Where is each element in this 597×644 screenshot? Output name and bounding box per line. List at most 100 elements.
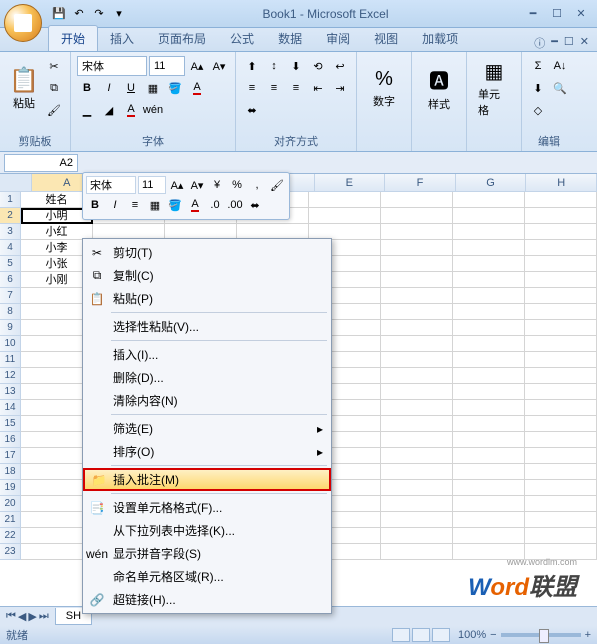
bold-button[interactable]: B <box>77 78 97 98</box>
row-header-10[interactable]: 10 <box>0 336 21 352</box>
menu-name-range[interactable]: 命名单元格区域(R)... <box>83 565 331 588</box>
cell-F13[interactable] <box>381 384 453 400</box>
sheet-nav-last-icon[interactable]: ⏭ <box>39 610 49 623</box>
column-header-G[interactable]: G <box>456 174 527 192</box>
mini-increase-decimal-icon[interactable]: .00 <box>226 196 244 214</box>
redo-icon[interactable]: ↷ <box>90 5 108 23</box>
align-left-button[interactable]: ≡ <box>242 78 262 98</box>
menu-cut[interactable]: ✂剪切(T) <box>83 241 331 264</box>
row-header-4[interactable]: 4 <box>0 240 21 256</box>
cell-H19[interactable] <box>525 480 597 496</box>
row-header-22[interactable]: 22 <box>0 528 21 544</box>
ribbon-minimize-icon[interactable]: ━ <box>551 35 558 51</box>
menu-insert[interactable]: 插入(I)... <box>83 343 331 366</box>
menu-paste-special[interactable]: 选择性粘贴(V)... <box>83 315 331 338</box>
row-header-3[interactable]: 3 <box>0 224 21 240</box>
sheet-nav-next-icon[interactable]: ▶ <box>28 610 36 623</box>
cell-H4[interactable] <box>525 240 597 256</box>
paste-button[interactable]: 📋 粘贴 <box>6 56 42 120</box>
sheet-nav-prev-icon[interactable]: ◀ <box>18 610 26 623</box>
align-right-button[interactable]: ≡ <box>286 78 306 98</box>
clear-button[interactable]: ◇ <box>528 100 548 120</box>
column-header-F[interactable]: F <box>385 174 456 192</box>
increase-indent-button[interactable]: ⇥ <box>330 78 350 98</box>
cell-F8[interactable] <box>381 304 453 320</box>
row-header-17[interactable]: 17 <box>0 448 21 464</box>
zoom-in-icon[interactable]: + <box>585 629 591 641</box>
border-button[interactable]: ▦ <box>143 78 163 98</box>
tab-insert[interactable]: 插入 <box>98 26 146 51</box>
row-header-11[interactable]: 11 <box>0 352 21 368</box>
cell-H15[interactable] <box>525 416 597 432</box>
cell-G3[interactable] <box>453 224 525 240</box>
cell-G5[interactable] <box>453 256 525 272</box>
zoom-slider[interactable] <box>501 633 581 637</box>
mini-border-icon[interactable]: ▦ <box>146 196 164 214</box>
column-header-E[interactable]: E <box>315 174 386 192</box>
cell-H9[interactable] <box>525 320 597 336</box>
cell-F21[interactable] <box>381 512 453 528</box>
zoom-out-icon[interactable]: − <box>490 629 496 641</box>
row-header-20[interactable]: 20 <box>0 496 21 512</box>
maximize-button[interactable]: ☐ <box>547 6 567 22</box>
minimize-button[interactable]: ━ <box>523 6 543 22</box>
row-header-19[interactable]: 19 <box>0 480 21 496</box>
cells-button[interactable]: ▦ 单元格 <box>473 56 515 120</box>
tab-review[interactable]: 审阅 <box>314 26 362 51</box>
cell-E2[interactable] <box>309 208 381 224</box>
underline-button[interactable]: U <box>121 78 141 98</box>
italic-button[interactable]: I <box>99 78 119 98</box>
border-bottom-button[interactable]: ▁ <box>77 100 97 120</box>
row-header-16[interactable]: 16 <box>0 432 21 448</box>
cell-H13[interactable] <box>525 384 597 400</box>
cell-F2[interactable] <box>381 208 453 224</box>
menu-hyperlink[interactable]: 🔗超链接(H)... <box>83 588 331 611</box>
font-split-button[interactable]: A <box>121 100 141 120</box>
merge-center-button[interactable]: ⬌ <box>242 100 262 120</box>
help-icon[interactable]: ⓘ <box>534 35 545 51</box>
menu-paste[interactable]: 📋粘贴(P) <box>83 287 331 310</box>
font-size-combo[interactable] <box>149 56 185 76</box>
align-bottom-button[interactable]: ⬇ <box>286 56 306 76</box>
mini-fill-color-icon[interactable]: 🪣 <box>166 196 184 214</box>
save-icon[interactable]: 💾 <box>50 5 68 23</box>
cell-G16[interactable] <box>453 432 525 448</box>
tab-formulas[interactable]: 公式 <box>218 26 266 51</box>
cell-F19[interactable] <box>381 480 453 496</box>
cell-G17[interactable] <box>453 448 525 464</box>
font-name-combo[interactable] <box>77 56 147 76</box>
cell-H18[interactable] <box>525 464 597 480</box>
cell-G12[interactable] <box>453 368 525 384</box>
menu-format-cells[interactable]: 📑设置单元格格式(F)... <box>83 496 331 519</box>
row-header-9[interactable]: 9 <box>0 320 21 336</box>
cell-F17[interactable] <box>381 448 453 464</box>
row-header-2[interactable]: 2 <box>0 208 21 224</box>
phonetic-button[interactable]: wén <box>143 100 163 120</box>
tab-data[interactable]: 数据 <box>266 26 314 51</box>
wrap-text-button[interactable]: ↩ <box>330 56 350 76</box>
row-header-18[interactable]: 18 <box>0 464 21 480</box>
menu-insert-comment[interactable]: 📁插入批注(M) <box>83 468 331 491</box>
cell-F16[interactable] <box>381 432 453 448</box>
decrease-indent-button[interactable]: ⇤ <box>308 78 328 98</box>
row-header-15[interactable]: 15 <box>0 416 21 432</box>
cell-G13[interactable] <box>453 384 525 400</box>
row-header-12[interactable]: 12 <box>0 368 21 384</box>
cell-G15[interactable] <box>453 416 525 432</box>
row-header-7[interactable]: 7 <box>0 288 21 304</box>
cell-G6[interactable] <box>453 272 525 288</box>
cell-H5[interactable] <box>525 256 597 272</box>
name-box[interactable]: A2 <box>4 154 78 172</box>
cell-G7[interactable] <box>453 288 525 304</box>
mini-shrink-font-icon[interactable]: A▾ <box>188 176 206 194</box>
align-center-button[interactable]: ≡ <box>264 78 284 98</box>
tab-home[interactable]: 开始 <box>48 25 98 51</box>
tab-view[interactable]: 视图 <box>362 26 410 51</box>
cell-F23[interactable] <box>381 544 453 560</box>
mini-grow-font-icon[interactable]: A▴ <box>168 176 186 194</box>
cell-F15[interactable] <box>381 416 453 432</box>
mini-bold-icon[interactable]: B <box>86 196 104 214</box>
cell-G21[interactable] <box>453 512 525 528</box>
row-header-13[interactable]: 13 <box>0 384 21 400</box>
qat-dropdown-icon[interactable]: ▾ <box>110 5 128 23</box>
